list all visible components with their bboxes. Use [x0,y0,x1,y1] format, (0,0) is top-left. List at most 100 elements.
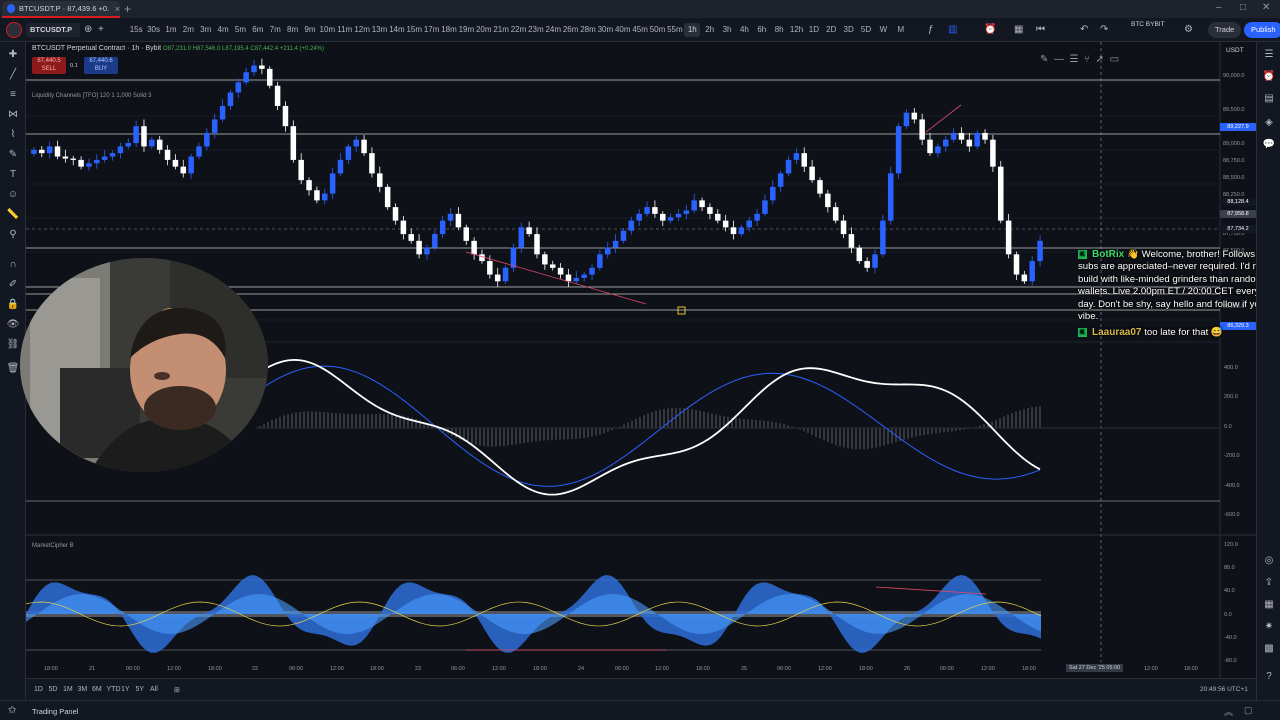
timeframe-28m[interactable]: 28m [580,23,596,37]
magnet-icon[interactable]: ∩ [6,258,20,272]
add-symbol-icon[interactable]: + [98,23,104,37]
layout-icon[interactable]: ▦ [1014,23,1023,37]
timeframe-50m[interactable]: 50m [649,23,666,37]
calculator-icon[interactable]: ▩ [1262,642,1276,656]
layers-icon[interactable]: ◈ [1262,116,1276,130]
timeframe-1m[interactable]: 1m [163,23,179,37]
timeframe-3m[interactable]: 3m [198,23,214,37]
timeframe-2h[interactable]: 2h [701,23,717,37]
close-tab-icon[interactable]: × [115,4,120,14]
trade-button[interactable]: Trade [1208,22,1242,38]
timeframe-13m[interactable]: 13m [371,23,388,37]
trash-icon[interactable]: 🗑 [6,362,20,376]
range-ytd[interactable]: YTD [107,686,121,693]
timeframe-6m[interactable]: 6m [250,23,266,37]
timeframe-45m[interactable]: 45m [632,23,648,37]
maximize-panel-icon[interactable]: ▢ [1244,705,1253,716]
close-window-button[interactable]: ✕ [1262,2,1270,13]
timeframe-12h[interactable]: 12h [788,23,804,37]
compare-icon[interactable]: ⊕ [84,23,92,37]
stay-drawing-icon[interactable]: ✐ [6,278,20,292]
undo-icon[interactable]: ↶ [1080,23,1088,37]
timeframe-14m[interactable]: 14m [389,23,405,37]
timeframe-3h[interactable]: 3h [719,23,735,37]
pencil-icon[interactable]: ✎ [1040,54,1048,65]
data-window-icon[interactable]: ▤ [1262,92,1276,106]
timeframe-30m[interactable]: 30m [597,23,614,37]
timeframe-1h[interactable]: 1h [684,23,701,37]
indicator-liquidity-channels[interactable]: Liquidity Channels [TFO] 120 1 1,000 Sol… [32,93,151,99]
timeframe-17m[interactable]: 17m [423,23,440,37]
emoji-icon[interactable]: ☺ [6,188,20,202]
exchange-selector[interactable]: BTC BYBIT [1131,21,1165,29]
timeframe-22m[interactable]: 22m [510,23,527,37]
timeframe-2m[interactable]: 2m [180,23,196,37]
lock-icon[interactable]: 🔒 [6,298,20,312]
timeframe-26m[interactable]: 26m [562,23,579,37]
timeframe-15s[interactable]: 15s [128,23,144,37]
buy-button[interactable]: 87,440.6 BUY [84,57,118,74]
range-1d[interactable]: 1D [34,686,43,693]
candle-type-icon[interactable]: ▥ [948,23,957,37]
target-icon[interactable]: ◎ [1262,554,1276,568]
brush-icon[interactable]: ✎ [6,148,20,162]
range-1y[interactable]: 1Y [121,686,130,693]
timeframe-24m[interactable]: 24m [545,23,561,37]
timeframe-10m[interactable]: 10m [319,23,336,37]
rect-icon[interactable]: ▭ [1110,54,1119,65]
timeframe-4m[interactable]: 4m [215,23,231,37]
range-5y[interactable]: 5Y [136,686,145,693]
redo-icon[interactable]: ↷ [1100,23,1108,37]
timeframe-4h[interactable]: 4h [736,23,752,37]
hide-icon[interactable]: 👁 [6,318,20,332]
browser-tab[interactable]: BTCUSDT.P · 87,439.6 +0.3% × [2,1,120,18]
indicator-marketcipher[interactable]: MarketCipher B [32,543,74,549]
alerts-clock-icon[interactable]: ⏰ [1262,70,1276,84]
timeframe-W[interactable]: W [875,23,891,37]
chat-username[interactable]: BotRix [1092,249,1127,260]
chat-icon[interactable]: 💬 [1262,138,1276,152]
horizontal-line-icon[interactable]: ≡ [6,88,20,102]
minimize-button[interactable]: – [1216,2,1222,13]
collapse-icon[interactable]: ︽ [1224,705,1233,718]
alert-icon[interactable]: ⏰ [984,23,996,37]
list-icon[interactable]: ☰ [1070,54,1079,65]
chat-username[interactable]: Laauraa07 [1092,327,1144,338]
maximize-button[interactable]: □ [1240,2,1246,13]
crosshair-icon[interactable]: ✚ [6,48,20,62]
timeframe-5D[interactable]: 5D [858,23,874,37]
pattern-icon[interactable]: ⌇ [6,128,20,142]
line-tool-icon[interactable]: — [1054,54,1064,65]
calendar-icon[interactable]: ▦ [1262,598,1276,612]
timeframe-3D[interactable]: 3D [840,23,856,37]
link-icon[interactable]: ⛓ [6,338,20,352]
trading-panel-tab[interactable]: Trading Panel [32,707,78,716]
timeframe-2D[interactable]: 2D [823,23,839,37]
rocket-icon[interactable]: ⇪ [1262,576,1276,590]
ruler-icon[interactable]: 📏 [6,208,20,222]
currency-unit-label[interactable]: USDT [1226,47,1244,54]
timeframe-8m[interactable]: 8m [284,23,300,37]
timeframe-7m[interactable]: 7m [267,23,283,37]
settings-icon[interactable]: ⚙ [1184,23,1193,37]
arrow-icon[interactable]: ➚ [1096,54,1104,65]
new-tab-button[interactable]: + [124,2,131,16]
timeframe-23m[interactable]: 23m [528,23,544,37]
timeframe-12m[interactable]: 12m [354,23,370,37]
timeframe-8h[interactable]: 8h [771,23,787,37]
utc-clock[interactable]: 20:49:56 UTC+1 [1200,686,1248,693]
timeframe-9m[interactable]: 9m [302,23,318,37]
timeframe-55m[interactable]: 55m [667,23,683,37]
timeframe-11m[interactable]: 11m [337,23,353,37]
text-icon[interactable]: T [6,168,20,182]
range-6m[interactable]: 6M [92,686,102,693]
help-icon[interactable]: ? [1262,670,1276,684]
fib-icon[interactable]: ⋈ [6,108,20,122]
timeframe-1D[interactable]: 1D [806,23,822,37]
star-icon[interactable]: ✩ [8,705,16,716]
replay-icon[interactable]: ⏮ [1036,23,1045,37]
timeframe-21m[interactable]: 21m [493,23,509,37]
symbol-search-button[interactable]: BTCUSDT.P [26,23,80,37]
sell-button[interactable]: 87,440.5 SELL [32,57,66,74]
date-range-icon[interactable]: ⊞ [174,686,180,694]
